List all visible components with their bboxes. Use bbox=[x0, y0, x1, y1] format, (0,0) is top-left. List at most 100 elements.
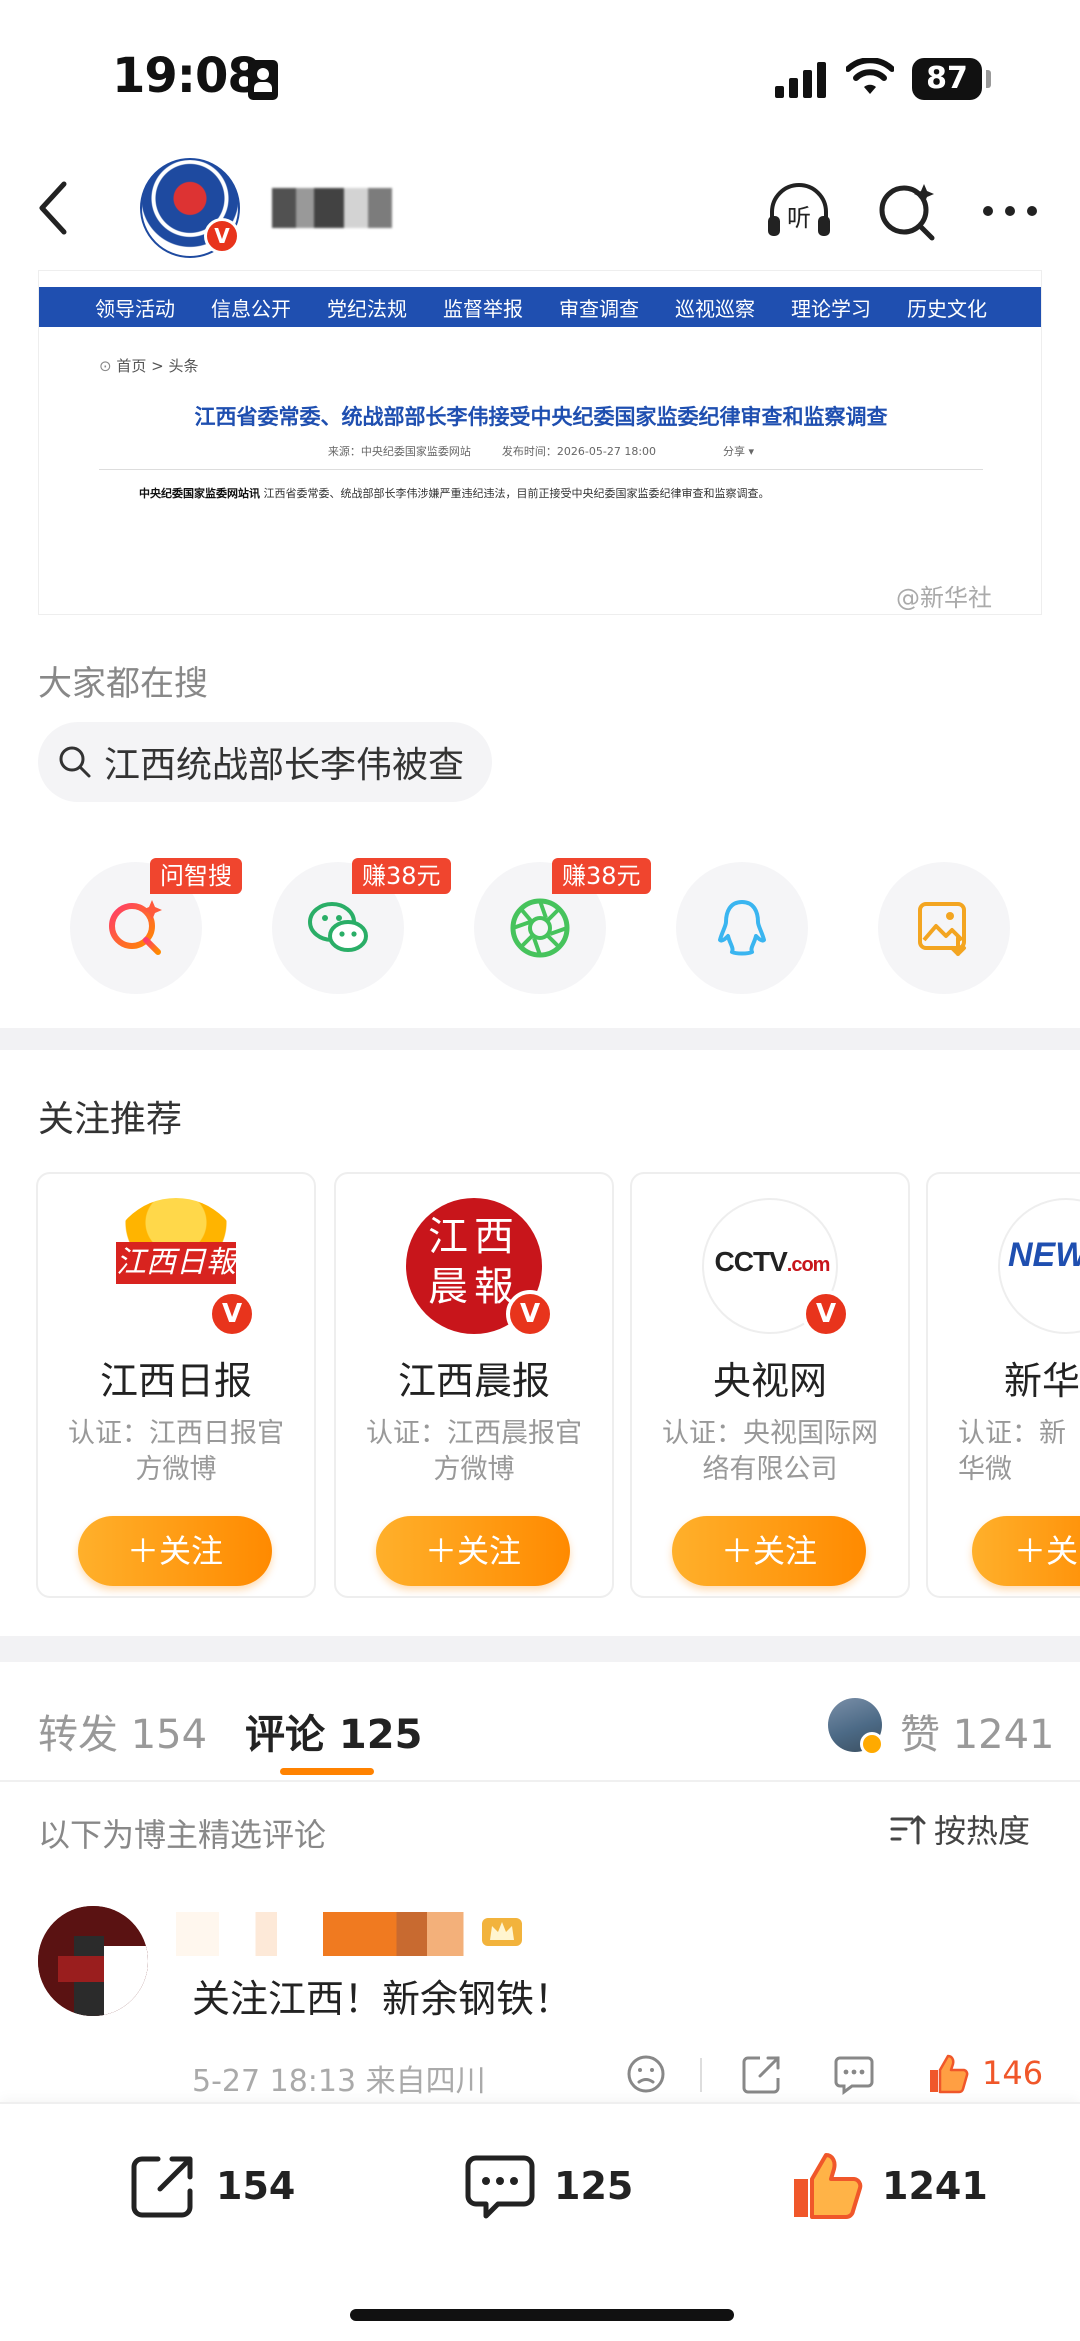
nav-item: 领导活动 bbox=[95, 296, 175, 321]
comment-button[interactable]: 125 bbox=[464, 2146, 633, 2226]
follow-recommend-title: 关注推荐 bbox=[38, 1099, 183, 1140]
share-badge: 赚38元 bbox=[552, 858, 651, 894]
sort-label: 按热度 bbox=[934, 1812, 1031, 1850]
section-divider bbox=[0, 1636, 1080, 1662]
follow-button[interactable]: ＋关注 bbox=[78, 1516, 272, 1586]
xinhua-logo: NEWS bbox=[998, 1198, 1080, 1334]
location-pin-icon: ⊙ bbox=[99, 357, 117, 375]
tab-like[interactable]: 赞 1241 bbox=[900, 1702, 1055, 1760]
nav-item: 审查调查 bbox=[559, 296, 639, 321]
home-indicator bbox=[350, 2309, 734, 2321]
back-arrow-icon[interactable] bbox=[30, 178, 80, 238]
nav-item: 理论学习 bbox=[791, 296, 871, 321]
image-watermark: @新华社 bbox=[896, 584, 992, 612]
status-time: 19:08 bbox=[112, 48, 261, 104]
share-badge: 问智搜 bbox=[150, 858, 242, 894]
follow-button[interactable]: ＋关注 bbox=[376, 1516, 570, 1586]
article-top-strip bbox=[39, 271, 1041, 287]
commenter-name-redacted[interactable] bbox=[176, 1912, 482, 1956]
tab-comment[interactable]: 评论 125 bbox=[245, 1702, 422, 1760]
save-image-icon bbox=[918, 902, 966, 956]
repost-button[interactable]: 154 bbox=[128, 2146, 295, 2226]
hot-search-chip[interactable]: 江西统战部长李伟被查 bbox=[38, 722, 493, 802]
active-tab-indicator bbox=[280, 1768, 374, 1775]
commenter-avatar[interactable] bbox=[38, 1906, 148, 2016]
nav-item: 监督举报 bbox=[443, 296, 523, 321]
more-icon[interactable] bbox=[978, 176, 1048, 246]
interaction-tabs: 转发 154 评论 125 赞 1241 bbox=[0, 1662, 1080, 1782]
hot-search-query: 江西统战部长李伟被查 bbox=[104, 745, 465, 786]
article-meta: 来源：中央纪委国家监委网站 发布时间：2026-05-27 18:00 分享 ▾ bbox=[39, 443, 1041, 459]
sort-by-heat-button[interactable]: 按热度 bbox=[890, 1806, 1030, 1852]
article-share: 分享 bbox=[723, 445, 746, 458]
listen-icon[interactable]: 听 bbox=[764, 176, 834, 246]
article-screenshot[interactable]: 领导活动 信息公开 党纪法规 监督举报 审查调查 巡视巡察 理论学习 历史文化 … bbox=[38, 270, 1042, 615]
article-time: 发布时间：2026-05-27 18:00 bbox=[501, 445, 657, 458]
comment-meta: 5-27 18:13 来自四川 bbox=[192, 2064, 486, 2099]
repost-icon bbox=[131, 2156, 193, 2218]
breadcrumb: ⊙ 首页 > 头条 bbox=[99, 357, 199, 375]
comment-icon bbox=[465, 2155, 535, 2219]
hot-search-label: 大家都在搜 bbox=[38, 664, 208, 704]
recommend-card[interactable]: CCTV.com V 央视网 认证：央视国际网络有限公司 ＋关注 bbox=[630, 1172, 910, 1598]
verified-badge-icon: V bbox=[506, 1290, 554, 1338]
recommend-card[interactable]: NEWS 新华 认证：新华微 ＋关 bbox=[926, 1172, 1080, 1598]
verified-badge-icon: V bbox=[208, 1290, 256, 1338]
recommend-desc: 认证：江西日报官方微博 bbox=[68, 1418, 284, 1485]
article-lead: 中央纪委国家监委网站讯 江西省委常委、统战部部长李伟涉嫌严重违纪违法，目前正接受… bbox=[139, 485, 959, 501]
like-icon bbox=[794, 2153, 863, 2220]
battery-icon: 87 bbox=[912, 58, 982, 100]
qq-icon bbox=[718, 900, 766, 956]
recommend-name: 江西晨报 bbox=[397, 1359, 550, 1403]
cellular-signal-icon bbox=[775, 62, 827, 98]
article-body: ⊙ 首页 > 头条 江西省委常委、统战部部长李伟接受中央纪委国家监委纪律审查和监… bbox=[39, 327, 1041, 614]
article-source: 来源：中央纪委国家监委网站 bbox=[327, 445, 471, 458]
recommend-card[interactable]: 江西日報 V 江西日报 认证：江西日报官方微博 ＋关注 bbox=[36, 1172, 316, 1598]
post-header: V 听 bbox=[0, 150, 1080, 268]
nav-item: 信息公开 bbox=[211, 296, 291, 321]
wechat-icon bbox=[308, 902, 368, 952]
comment-text: 关注江西！新余钢铁！ bbox=[192, 1977, 573, 2021]
repost-icon[interactable] bbox=[740, 2052, 784, 2096]
site-nav-bar: 领导活动 信息公开 党纪法规 监督举报 审查调查 巡视巡察 理论学习 历史文化 bbox=[39, 287, 1041, 327]
wifi-icon bbox=[846, 58, 894, 94]
share-qq-button[interactable] bbox=[676, 862, 808, 994]
member-crown-icon bbox=[482, 1918, 522, 1946]
like-icon[interactable] bbox=[926, 2052, 970, 2096]
share-badge: 赚38元 bbox=[352, 858, 451, 894]
recommend-name: 新华 bbox=[1004, 1359, 1080, 1403]
like-count: 1241 bbox=[882, 2164, 988, 2208]
ai-search-icon bbox=[109, 900, 162, 955]
like-button[interactable]: 1241 bbox=[790, 2146, 988, 2226]
comment-count: 125 bbox=[554, 2164, 634, 2208]
repost-count: 154 bbox=[216, 2164, 296, 2208]
recommend-desc: 认证：央视国际网络有限公司 bbox=[662, 1418, 878, 1485]
comment-like-count: 146 bbox=[982, 2054, 1044, 2092]
lead-text: 江西省委常委、统战部部长李伟涉嫌严重违纪违法，目前正接受中央纪委国家监委纪律审查… bbox=[263, 487, 770, 500]
follow-button[interactable]: ＋关 bbox=[972, 1516, 1080, 1586]
verified-dot-icon bbox=[860, 1732, 884, 1756]
author-name-redacted[interactable] bbox=[272, 188, 392, 228]
lead-source: 中央纪委国家监委网站讯 bbox=[139, 487, 260, 500]
share-caret-icon: ▾ bbox=[745, 445, 755, 458]
emoji-reaction-icon[interactable] bbox=[624, 2052, 668, 2096]
search-icon bbox=[59, 746, 91, 778]
nav-item: 历史文化 bbox=[907, 296, 987, 321]
recommend-card[interactable]: 江西 晨報 V 江西晨报 认证：江西晨报官方微博 ＋关注 bbox=[334, 1172, 614, 1598]
moments-icon bbox=[510, 898, 570, 958]
battery-tip bbox=[986, 70, 991, 88]
tab-repost[interactable]: 转发 154 bbox=[38, 1702, 207, 1760]
selected-comments-label: 以下为博主精选评论 bbox=[38, 1816, 327, 1854]
search-icon[interactable] bbox=[872, 176, 942, 246]
sort-icon bbox=[890, 1815, 926, 1845]
nav-item: 党纪法规 bbox=[327, 296, 407, 321]
divider bbox=[700, 2058, 702, 2092]
section-divider bbox=[0, 1028, 1080, 1050]
recommend-name: 央视网 bbox=[712, 1359, 827, 1403]
recommend-desc: 认证：新华微 bbox=[958, 1418, 1066, 1485]
reply-icon[interactable] bbox=[832, 2052, 876, 2096]
orientation-lock-icon bbox=[248, 60, 278, 100]
recommend-name: 江西日报 bbox=[99, 1359, 252, 1403]
follow-button[interactable]: ＋关注 bbox=[672, 1516, 866, 1586]
save-image-button[interactable] bbox=[878, 862, 1010, 994]
